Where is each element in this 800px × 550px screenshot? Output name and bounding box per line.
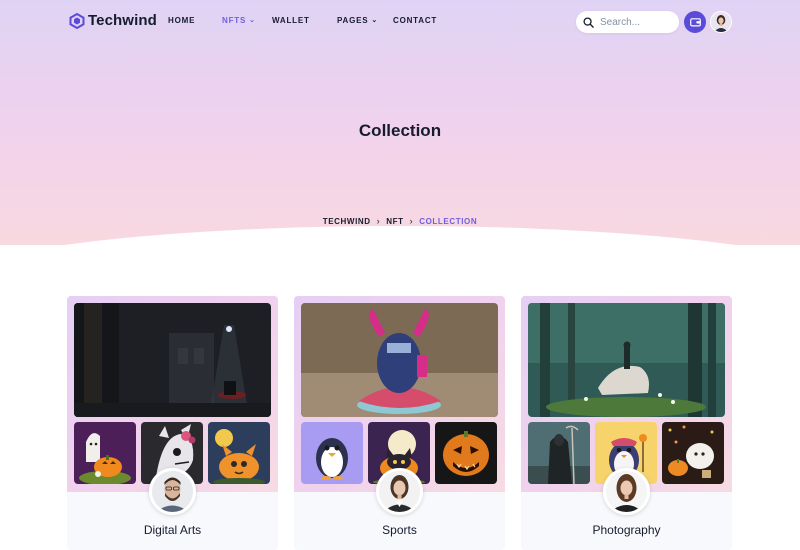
chevron-down-icon: ⌄ (371, 17, 379, 24)
nav-item-home[interactable]: HOME (168, 16, 195, 25)
collection-thumb-image (662, 422, 724, 484)
logo-icon (69, 12, 85, 29)
avatar[interactable] (603, 468, 650, 515)
collection-card-digital-arts[interactable]: Digital Arts (67, 296, 278, 550)
user-avatar[interactable] (710, 11, 732, 33)
collection-thumb-image (528, 422, 590, 484)
nav-item-wallet[interactable]: WALLET (272, 16, 310, 25)
nav-item-nfts[interactable]: NFTS ⌄ (222, 16, 256, 25)
wallet-icon (689, 18, 701, 27)
collection-card-photography[interactable]: Photography (521, 296, 732, 550)
collection-thumb-image (435, 422, 497, 484)
nav-item-label: CONTACT (393, 16, 438, 25)
wallet-button[interactable] (684, 11, 706, 33)
card-image-panel (294, 296, 505, 492)
avatar[interactable] (149, 468, 196, 515)
breadcrumb-current: COLLECTION (419, 216, 478, 226)
avatar-image (711, 12, 731, 32)
collection-thumb-image (74, 422, 136, 484)
collection-main-image (528, 303, 725, 417)
breadcrumb-link-home[interactable]: TECHWIND (323, 217, 371, 226)
collection-card-sports[interactable]: Sports (294, 296, 505, 550)
collection-title[interactable]: Digital Arts (67, 523, 278, 537)
navbar: Techwind HOME NFTS ⌄ WALLET PAGES ⌄ CONT… (0, 0, 800, 44)
search-box[interactable] (576, 11, 679, 33)
nav-item-pages[interactable]: PAGES ⌄ (337, 16, 378, 25)
collection-thumb-image (208, 422, 270, 484)
breadcrumb: TECHWIND › NFT › COLLECTION (0, 216, 800, 226)
collection-title[interactable]: Sports (294, 523, 505, 537)
avatar[interactable] (376, 468, 423, 515)
search-input[interactable] (600, 16, 670, 28)
nav-item-contact[interactable]: CONTACT (393, 16, 437, 25)
card-image-panel (521, 296, 732, 492)
chevron-down-icon: ⌄ (249, 17, 256, 24)
logo[interactable]: Techwind (69, 12, 157, 29)
nav-item-label: WALLET (272, 16, 310, 25)
page-title: Collection (358, 121, 442, 140)
collection-title[interactable]: Photography (521, 523, 732, 537)
chevron-right-icon: › (409, 216, 414, 226)
nav-item-label: HOME (168, 16, 196, 25)
chevron-right-icon: › (376, 216, 381, 226)
collection-thumb-image (301, 422, 363, 484)
nav-item-label: NFTS (222, 16, 247, 25)
hero-curve (0, 226, 800, 245)
breadcrumb-link-nft[interactable]: NFT (386, 217, 403, 226)
card-image-panel (67, 296, 278, 492)
collection-main-image (301, 303, 498, 417)
brand-name: Techwind (88, 12, 157, 29)
collection-main-image (74, 303, 271, 417)
nav-item-label: PAGES (337, 16, 369, 25)
search-icon (583, 16, 594, 28)
